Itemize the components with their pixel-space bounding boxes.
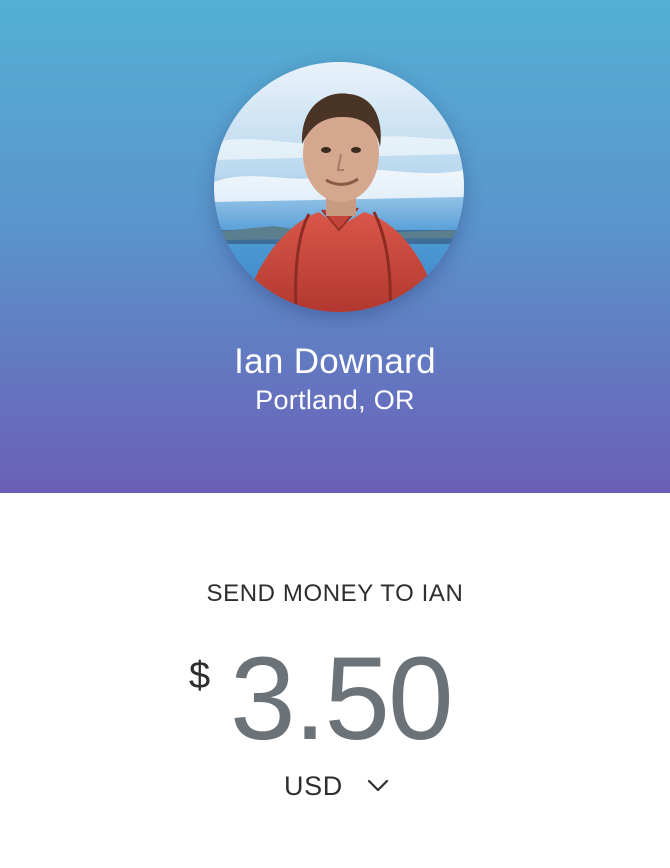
amount-display[interactable]: $ 3.50 [0, 640, 670, 760]
recipient-location: Portland, OR [255, 385, 415, 415]
send-money-screen: Ian Downard Portland, OR SEND MONEY TO I… [0, 0, 670, 868]
chevron-down-icon[interactable] [367, 779, 389, 793]
recipient-header: Ian Downard Portland, OR [0, 0, 670, 493]
currency-code: USD [284, 771, 343, 801]
recipient-name: Ian Downard [234, 342, 436, 381]
profile-photo [214, 62, 464, 312]
currency-dropdown[interactable]: USD [284, 768, 389, 804]
currency-symbol: $ [189, 655, 211, 697]
send-money-heading: SEND MONEY TO IAN [206, 580, 464, 607]
amount-value[interactable]: 3.50 [230, 640, 454, 758]
recipient-avatar [214, 62, 464, 312]
